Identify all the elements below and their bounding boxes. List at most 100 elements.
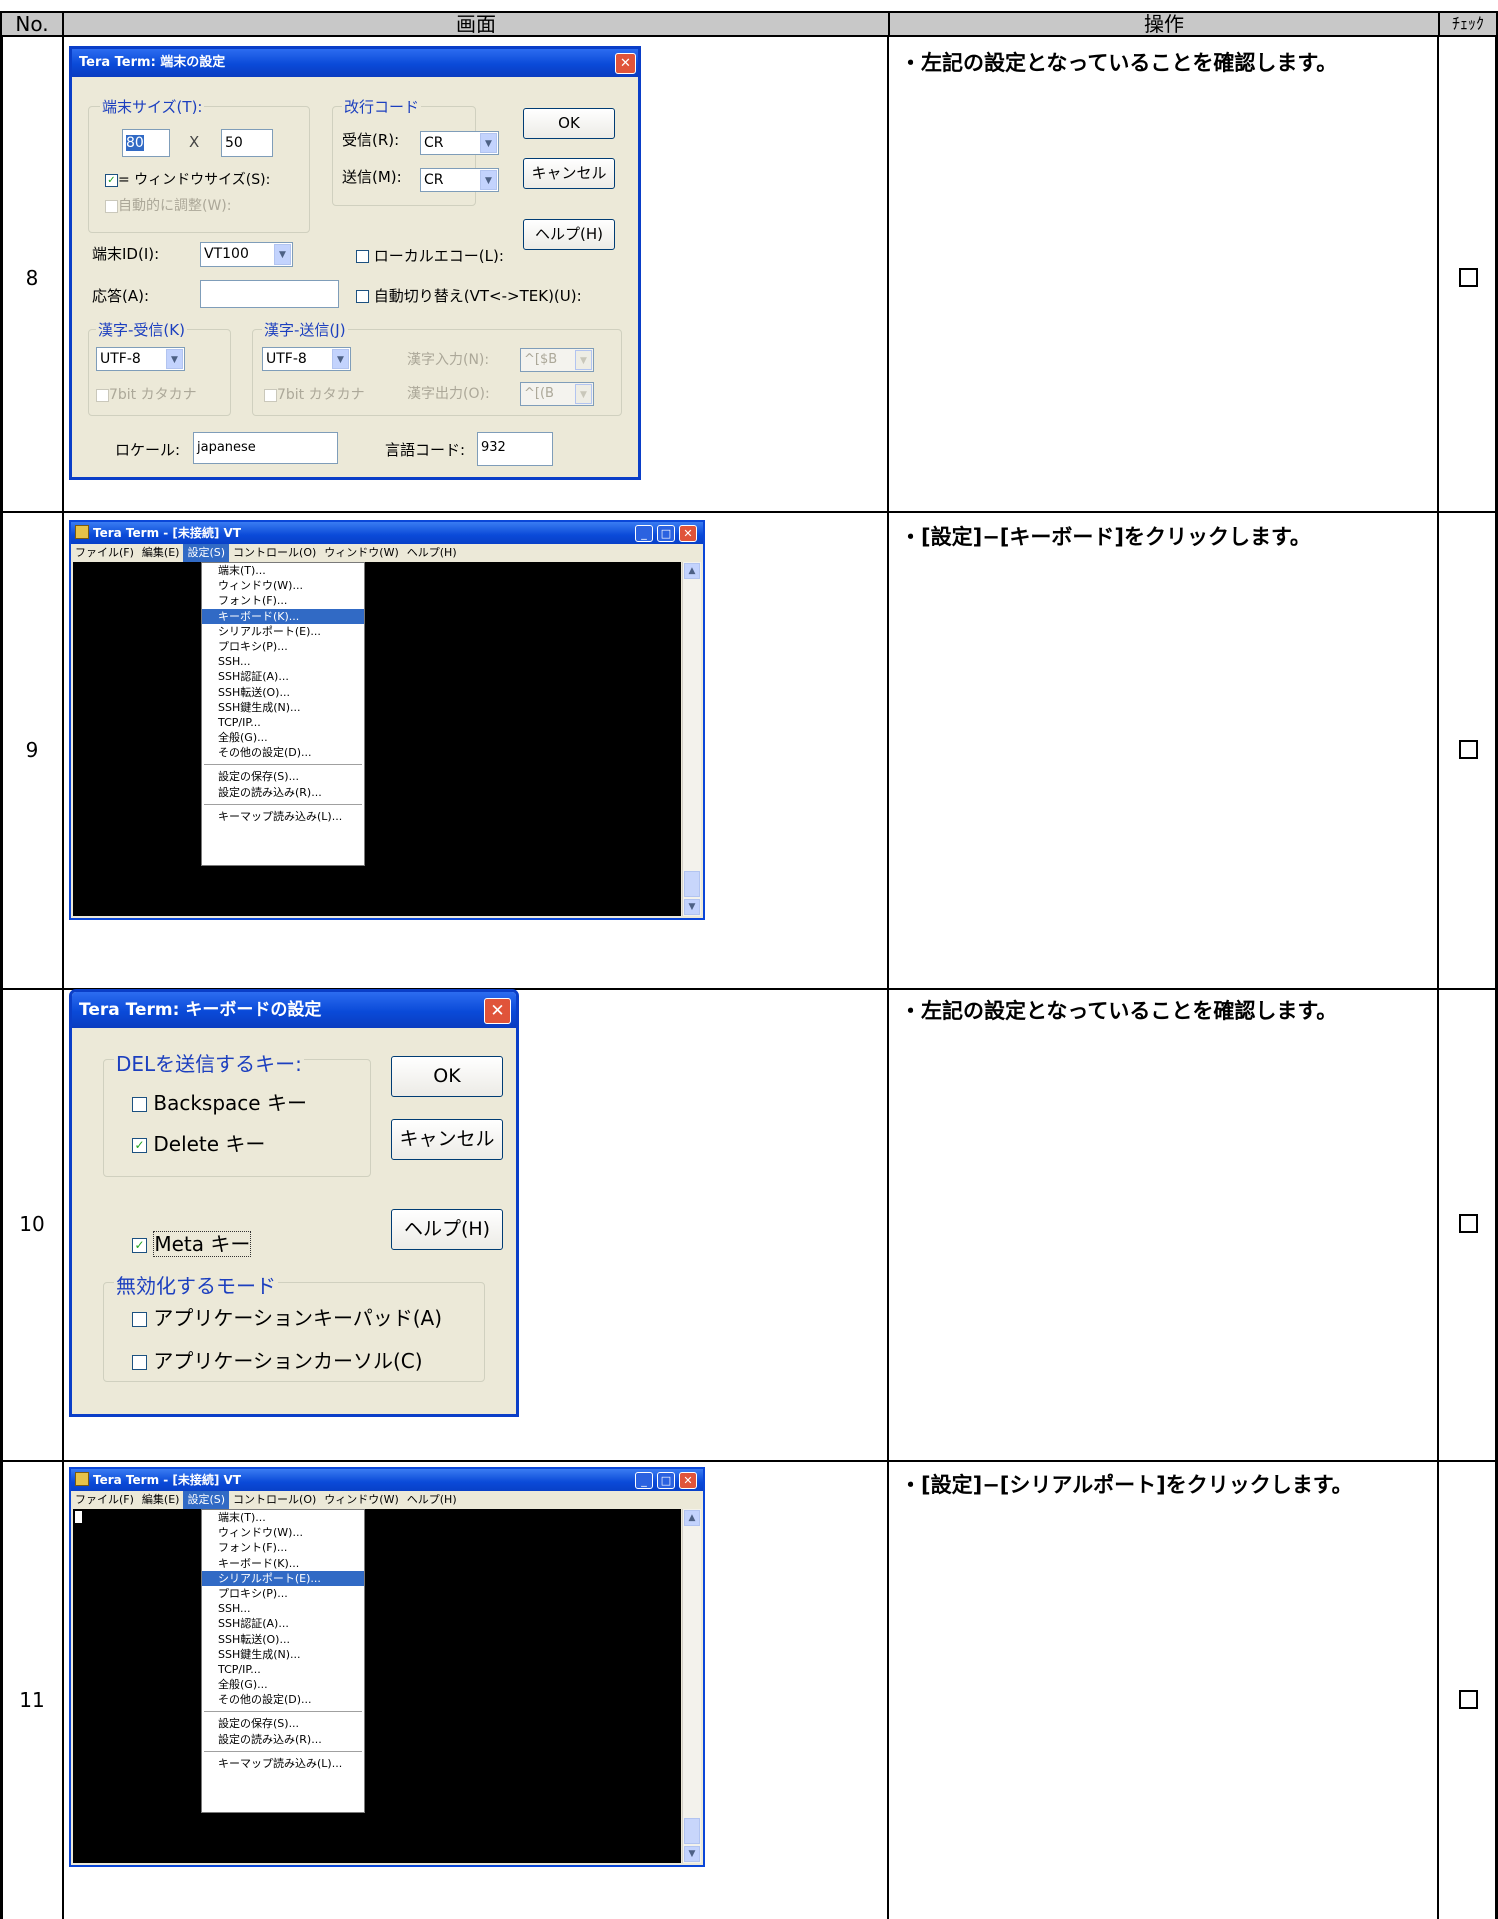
menu-item[interactable]: フォント(F)... — [202, 593, 364, 608]
menu-item[interactable]: キーマップ読み込み(L)... — [202, 1756, 364, 1771]
menu-edit[interactable]: 編集(E) — [138, 544, 184, 562]
menu-item[interactable]: SSH転送(O)... — [202, 1632, 364, 1647]
meta-key-checkbox[interactable]: ✓ Meta キー — [132, 1228, 252, 1257]
menu-item[interactable]: ウィンドウ(W)... — [202, 578, 364, 593]
vertical-scrollbar[interactable]: ▲ ▼ — [682, 562, 701, 916]
scroll-up-icon[interactable]: ▲ — [684, 563, 700, 579]
help-button[interactable]: ヘルプ(H) — [391, 1209, 503, 1250]
menu-control[interactable]: コントロール(O) — [229, 1491, 320, 1509]
cancel-button[interactable]: キャンセル — [523, 158, 615, 189]
menu-item[interactable]: シリアルポート(E)... — [202, 1570, 364, 1586]
scroll-down-icon[interactable]: ▼ — [684, 899, 700, 915]
terminal-screen[interactable] — [73, 562, 681, 916]
menu-item[interactable]: TCP/IP... — [202, 1662, 364, 1677]
menu-edit[interactable]: 編集(E) — [138, 1491, 184, 1509]
terminal-id-select[interactable]: VT100 ▼ — [200, 242, 293, 267]
kanji-receive-7bit-checkbox[interactable]: 7bit カタカナ — [96, 384, 197, 404]
kanji-receive-select[interactable]: UTF-8 ▼ — [96, 347, 185, 371]
check-box[interactable] — [1459, 740, 1478, 759]
terminal-settings-dialog: Tera Term: 端末の設定 ✕ 端末サイズ(T): 80 X 50 ✓ = … — [69, 46, 641, 480]
menu-item[interactable]: SSH転送(O)... — [202, 685, 364, 700]
backspace-key-checkbox[interactable]: Backspace キー — [132, 1087, 307, 1116]
menu-item[interactable]: SSH認証(A)... — [202, 669, 364, 684]
scroll-down-icon[interactable]: ▼ — [684, 1846, 700, 1862]
receive-select[interactable]: CR ▼ — [420, 131, 499, 155]
close-icon[interactable]: ✕ — [615, 53, 636, 74]
menu-item[interactable]: フォント(F)... — [202, 1540, 364, 1555]
ok-button[interactable]: OK — [523, 108, 615, 139]
menu-item[interactable]: 全般(G)... — [202, 1677, 364, 1692]
menu-item[interactable]: SSH鍵生成(N)... — [202, 1647, 364, 1662]
rows-input[interactable]: 50 — [221, 129, 273, 157]
menu-item[interactable]: 設定の読み込み(R)... — [202, 1732, 364, 1747]
menu-item[interactable]: その他の設定(D)... — [202, 1692, 364, 1707]
menu-item[interactable]: TCP/IP... — [202, 715, 364, 730]
menu-item[interactable]: 設定の読み込み(R)... — [202, 785, 364, 800]
close-icon[interactable]: ✕ — [679, 1472, 697, 1489]
menu-item[interactable]: ウィンドウ(W)... — [202, 1525, 364, 1540]
menu-separator — [204, 1750, 362, 1752]
kanji-in-select[interactable]: ^[$B ▼ — [520, 348, 594, 372]
check-box[interactable] — [1459, 1690, 1478, 1709]
ok-button[interactable]: OK — [391, 1056, 503, 1097]
local-echo-checkbox[interactable]: ローカルエコー(L): — [356, 245, 504, 266]
menu-window[interactable]: ウィンドウ(W) — [320, 1491, 402, 1509]
menu-item[interactable]: プロキシ(P)... — [202, 1586, 364, 1601]
kanji-send-7bit-checkbox[interactable]: 7bit カタカナ — [264, 384, 365, 404]
menu-window[interactable]: ウィンドウ(W) — [320, 544, 402, 562]
cols-input[interactable]: 80 — [122, 129, 170, 157]
menu-setup[interactable]: 設定(S) — [183, 1491, 230, 1509]
menu-item[interactable]: キーボード(K)... — [202, 1556, 364, 1571]
menu-item[interactable]: SSH認証(A)... — [202, 1616, 364, 1631]
minimize-icon[interactable]: _ — [635, 525, 653, 542]
send-select[interactable]: CR ▼ — [420, 168, 499, 192]
menu-item[interactable]: シリアルポート(E)... — [202, 624, 364, 639]
menu-item[interactable]: 端末(T)... — [202, 1510, 364, 1525]
close-icon[interactable]: ✕ — [679, 525, 697, 542]
menu-file[interactable]: ファイル(F) — [71, 544, 138, 562]
app-keypad-checkbox[interactable]: アプリケーションキーパッド(A) — [132, 1302, 442, 1331]
delete-key-checkbox[interactable]: ✓ Delete キー — [132, 1128, 265, 1157]
close-icon[interactable]: ✕ — [484, 998, 511, 1024]
menu-help[interactable]: ヘルプ(H) — [403, 544, 461, 562]
maximize-icon[interactable]: □ — [657, 1472, 675, 1489]
menu-item[interactable]: 設定の保存(S)... — [202, 769, 364, 784]
menu-item[interactable]: SSH鍵生成(N)... — [202, 700, 364, 715]
window-title-bar: Tera Term - [未接続] VT — [71, 1469, 703, 1491]
scroll-up-icon[interactable]: ▲ — [684, 1510, 700, 1526]
auto-switch-checkbox[interactable]: 自動切り替え(VT<->TEK)(U): — [356, 285, 582, 306]
locale-label: ロケール: — [115, 441, 181, 459]
menu-help[interactable]: ヘルプ(H) — [403, 1491, 461, 1509]
lang-code-input[interactable]: 932 — [477, 432, 553, 466]
auto-adjust-checkbox[interactable]: 自動的に調整(W): — [105, 195, 231, 215]
check-box[interactable] — [1459, 268, 1478, 287]
maximize-icon[interactable]: □ — [657, 525, 675, 542]
menu-item[interactable]: SSH... — [202, 1601, 364, 1616]
menu-item[interactable]: キーマップ読み込み(L)... — [202, 809, 364, 824]
vertical-scrollbar[interactable]: ▲ ▼ — [682, 1509, 701, 1863]
menu-item[interactable]: 全般(G)... — [202, 730, 364, 745]
menu-item[interactable]: プロキシ(P)... — [202, 639, 364, 654]
menu-setup[interactable]: 設定(S) — [183, 544, 230, 562]
menu-control[interactable]: コントロール(O) — [229, 544, 320, 562]
terminal-screen[interactable] — [73, 1509, 681, 1863]
scroll-thumb[interactable] — [684, 1818, 700, 1844]
menu-item[interactable]: 設定の保存(S)... — [202, 1716, 364, 1731]
check-box[interactable] — [1459, 1214, 1478, 1233]
cancel-button[interactable]: キャンセル — [391, 1119, 503, 1160]
scroll-thumb[interactable] — [684, 871, 700, 897]
eq-window-size-checkbox[interactable]: ✓ = ウィンドウサイズ(S): — [105, 169, 270, 189]
app-cursor-checkbox[interactable]: アプリケーションカーソル(C) — [132, 1345, 423, 1374]
kanji-receive-group-label: 漢字-受信(K) — [96, 319, 187, 340]
minimize-icon[interactable]: _ — [635, 1472, 653, 1489]
menu-item[interactable]: 端末(T)... — [202, 563, 364, 578]
menu-item[interactable]: SSH... — [202, 654, 364, 669]
answerback-input[interactable] — [200, 280, 339, 308]
kanji-out-select[interactable]: ^[(B ▼ — [520, 382, 594, 406]
help-button[interactable]: ヘルプ(H) — [523, 219, 615, 250]
menu-item[interactable]: キーボード(K)... — [202, 608, 364, 624]
kanji-send-select[interactable]: UTF-8 ▼ — [262, 347, 351, 371]
menu-item[interactable]: その他の設定(D)... — [202, 745, 364, 760]
menu-file[interactable]: ファイル(F) — [71, 1491, 138, 1509]
locale-input[interactable]: japanese — [193, 432, 338, 464]
